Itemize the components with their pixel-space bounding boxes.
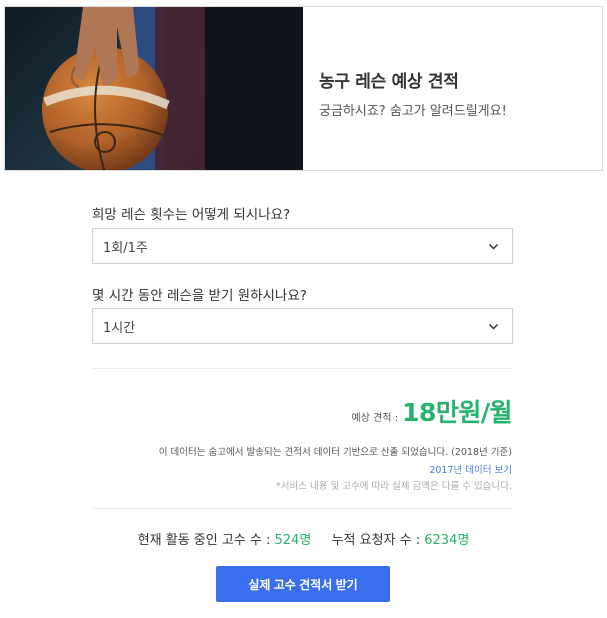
- lesson-frequency-select[interactable]: 1회/1주: [92, 228, 513, 264]
- lesson-duration-label: 몇 시간 동안 레슨을 받기 원하시나요?: [92, 288, 307, 304]
- data-source-note: 이 데이터는 숨고에서 발송되는 견적서 데이터 기반으로 산출 되었습니다. …: [158, 447, 512, 458]
- lesson-frequency-value: 1회/1주: [103, 240, 148, 256]
- view-2017-data-link[interactable]: 2017년 데이터 보기: [429, 462, 512, 476]
- basketball-photo: [5, 7, 303, 170]
- lesson-frequency-label: 희망 레슨 횟수는 어떻게 되시나요?: [92, 207, 291, 223]
- lesson-duration-value: 1시간: [103, 320, 136, 336]
- divider: [92, 368, 513, 369]
- get-quote-button[interactable]: 실제 고수 견적서 받기: [216, 566, 390, 602]
- price-disclaimer: *서비스 내용 및 고수에 따라 실제 금액은 다를 수 있습니다.: [276, 481, 512, 492]
- chevron-down-icon: [488, 323, 499, 330]
- estimate-result: 예상 견적 : 18만원/월: [351, 393, 513, 429]
- total-requests-label: 누적 요청자 수 :: [331, 533, 421, 548]
- divider: [92, 508, 513, 509]
- lesson-duration-select[interactable]: 1시간: [92, 308, 513, 344]
- active-pros-count: 524명: [274, 533, 312, 548]
- chevron-down-icon: [488, 243, 499, 250]
- page-subtitle: 궁금하시죠? 숨고가 알려드릴게요!: [319, 104, 507, 119]
- hero-banner: 농구 레슨 예상 견적 궁금하시죠? 숨고가 알려드릴게요!: [4, 6, 603, 171]
- active-pros-label: 현재 활동 중인 고수 수 :: [137, 533, 271, 548]
- hero-text: 농구 레슨 예상 견적 궁금하시죠? 숨고가 알려드릴게요!: [319, 67, 507, 119]
- estimate-value: 18만원/월: [402, 398, 512, 427]
- stats-row: 현재 활동 중인 고수 수 : 524명 누적 요청자 수 : 6234명: [0, 529, 607, 548]
- page-title: 농구 레슨 예상 견적: [319, 72, 459, 92]
- total-requests-count: 6234명: [424, 533, 470, 548]
- estimate-label: 예상 견적 :: [351, 413, 399, 424]
